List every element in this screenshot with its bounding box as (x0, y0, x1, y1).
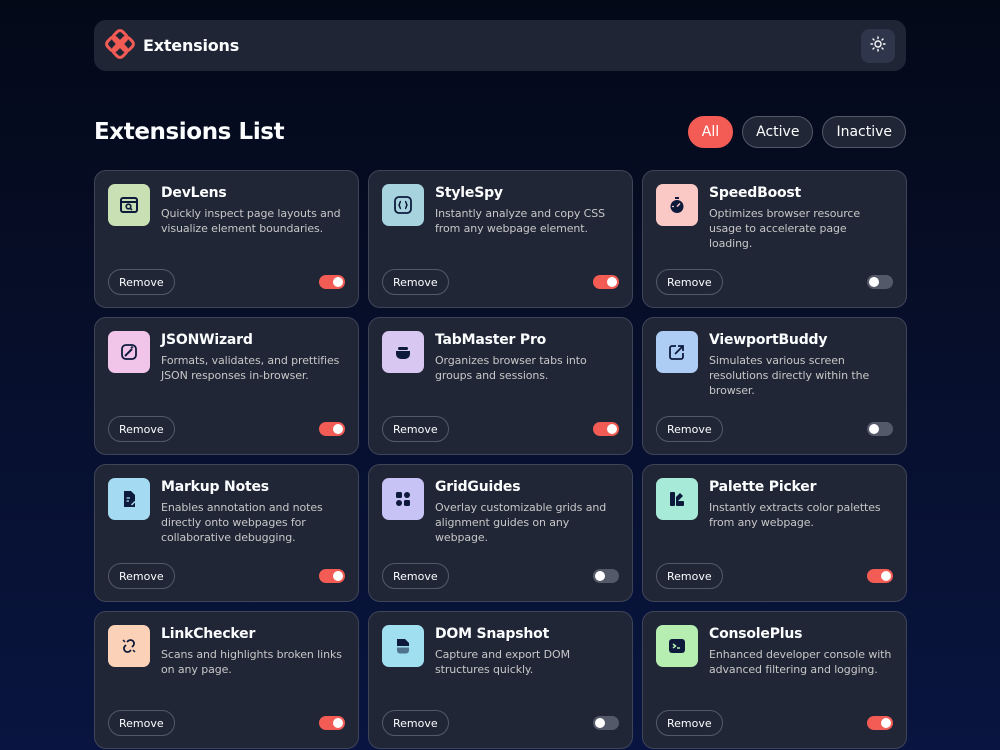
extension-description: Overlay customizable grids and alignment… (435, 501, 607, 544)
filter-active-button[interactable]: Active (742, 116, 814, 148)
enable-toggle[interactable] (319, 569, 345, 583)
enable-toggle[interactable] (319, 422, 345, 436)
toggle-knob (595, 571, 605, 581)
remove-button[interactable]: Remove (108, 416, 175, 442)
enable-toggle[interactable] (593, 422, 619, 436)
extension-name: TabMaster Pro (435, 332, 547, 348)
extension-name: SpeedBoost (709, 185, 802, 201)
filter-group: All Active Inactive (687, 116, 906, 148)
remove-button[interactable]: Remove (656, 416, 723, 442)
extension-name: ConsolePlus (709, 626, 803, 642)
toggle-knob (333, 718, 343, 728)
sun-icon (870, 35, 886, 56)
remove-button[interactable]: Remove (656, 269, 723, 295)
enable-toggle[interactable] (319, 716, 345, 730)
extension-description: Formats, validates, and prettifies JSON … (161, 354, 340, 382)
extension-description: Quickly inspect page layouts and visuali… (161, 207, 341, 235)
page-title: Extensions List (94, 119, 285, 145)
toggle-knob (607, 424, 617, 434)
app-header: Extensions (94, 20, 906, 71)
extension-name: Markup Notes (161, 479, 269, 495)
toggle-knob (869, 277, 879, 287)
notes-icon (108, 478, 150, 520)
extension-description: Organizes browser tabs into groups and s… (435, 354, 587, 382)
magic-wand-icon (108, 331, 150, 373)
extension-card-dom-snapshot: DOM Snapshot Capture and export DOM struc… (368, 611, 633, 749)
remove-button[interactable]: Remove (108, 269, 175, 295)
remove-button[interactable]: Remove (382, 416, 449, 442)
toggle-knob (595, 718, 605, 728)
enable-toggle[interactable] (867, 569, 893, 583)
extensions-logo-icon (105, 28, 135, 63)
extension-description: Optimizes browser resource usage to acce… (709, 207, 861, 250)
extension-name: Palette Picker (709, 479, 817, 495)
extension-card-consoleplus: ConsolePlus Enhanced developer console wi… (642, 611, 907, 749)
enable-toggle[interactable] (593, 716, 619, 730)
extension-description: Enables annotation and notes directly on… (161, 501, 323, 544)
snapshot-icon (382, 625, 424, 667)
extension-name: ViewportBuddy (709, 332, 828, 348)
resize-icon (656, 331, 698, 373)
extensions-grid: DevLens Quickly inspect page layouts and … (94, 170, 907, 749)
extension-card-palette-picker: Palette Picker Instantly extracts color p… (642, 464, 907, 602)
extension-description: Instantly extracts color palettes from a… (709, 501, 881, 529)
filter-all-button[interactable]: All (687, 116, 734, 148)
extension-card-jsonwizard: JSONWizard Formats, validates, and pretti… (94, 317, 359, 455)
list-header: Extensions List All Active Inactive (94, 116, 906, 148)
enable-toggle[interactable] (319, 275, 345, 289)
enable-toggle[interactable] (593, 569, 619, 583)
extension-name: DevLens (161, 185, 227, 201)
remove-button[interactable]: Remove (656, 710, 723, 736)
enable-toggle[interactable] (593, 275, 619, 289)
extension-card-viewportbuddy: ViewportBuddy Simulates various screen re… (642, 317, 907, 455)
extension-card-stylespy: StyleSpy Instantly analyze and copy CSS f… (368, 170, 633, 308)
stopwatch-icon (656, 184, 698, 226)
remove-button[interactable]: Remove (108, 710, 175, 736)
toggle-knob (881, 571, 891, 581)
extension-card-gridguides: GridGuides Overlay customizable grids and… (368, 464, 633, 602)
enable-toggle[interactable] (867, 422, 893, 436)
filter-inactive-button[interactable]: Inactive (822, 116, 906, 148)
remove-button[interactable]: Remove (382, 563, 449, 589)
toggle-knob (869, 424, 879, 434)
extension-name: JSONWizard (161, 332, 253, 348)
remove-button[interactable]: Remove (108, 563, 175, 589)
enable-toggle[interactable] (867, 275, 893, 289)
browser-search-icon (108, 184, 150, 226)
css-braces-icon (382, 184, 424, 226)
tabs-icon (382, 331, 424, 373)
enable-toggle[interactable] (867, 716, 893, 730)
extension-name: StyleSpy (435, 185, 503, 201)
extension-card-markup-notes: Markup Notes Enables annotation and notes… (94, 464, 359, 602)
extension-name: GridGuides (435, 479, 521, 495)
extension-card-linkchecker: LinkChecker Scans and highlights broken l… (94, 611, 359, 749)
theme-toggle-button[interactable] (861, 28, 895, 63)
extension-description: Enhanced developer console with advanced… (709, 648, 892, 676)
extension-name: DOM Snapshot (435, 626, 550, 642)
extension-description: Capture and export DOM structures quickl… (435, 648, 570, 676)
logo[interactable]: Extensions (105, 28, 240, 63)
app-title: Extensions (143, 36, 240, 55)
extension-card-tabmaster-pro: TabMaster Pro Organizes browser tabs into… (368, 317, 633, 455)
palette-icon (656, 478, 698, 520)
remove-button[interactable]: Remove (382, 269, 449, 295)
remove-button[interactable]: Remove (656, 563, 723, 589)
extension-description: Instantly analyze and copy CSS from any … (435, 207, 606, 235)
toggle-knob (607, 277, 617, 287)
extension-card-speedboost: SpeedBoost Optimizes browser resource usa… (642, 170, 907, 308)
toggle-knob (333, 571, 343, 581)
extension-description: Scans and highlights broken links on any… (161, 648, 342, 676)
toggle-knob (333, 424, 343, 434)
extension-description: Simulates various screen resolutions dir… (709, 354, 870, 397)
toggle-knob (333, 277, 343, 287)
grid-icon (382, 478, 424, 520)
toggle-knob (881, 718, 891, 728)
terminal-icon (656, 625, 698, 667)
extension-card-devlens: DevLens Quickly inspect page layouts and … (94, 170, 359, 308)
extension-name: LinkChecker (161, 626, 256, 642)
broken-link-icon (108, 625, 150, 667)
remove-button[interactable]: Remove (382, 710, 449, 736)
